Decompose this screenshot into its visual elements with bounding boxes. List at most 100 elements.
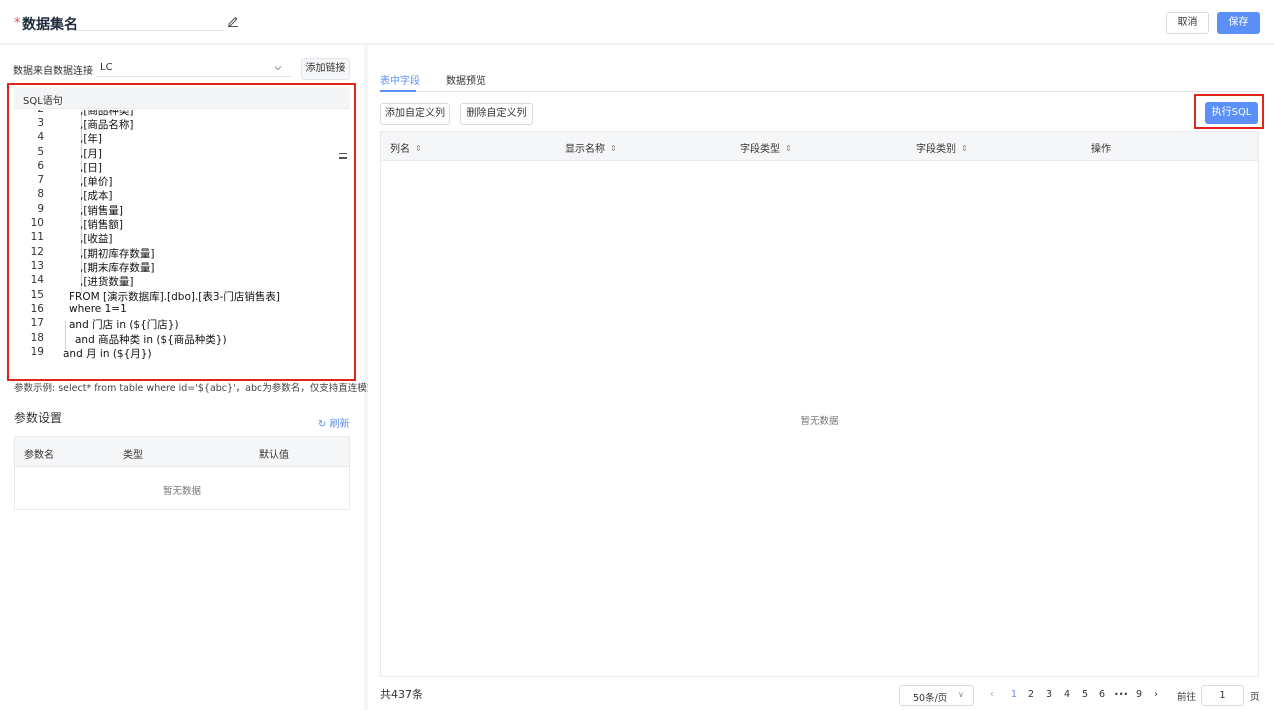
code-text: FROM [演示数据库].[dbo].[表3-门店销售表]	[69, 291, 280, 303]
line-number: 5	[37, 146, 44, 158]
param-table-header: 参数名 类型 默认值	[15, 437, 349, 467]
sql-editor[interactable]: 2 ,[商品种类] 3 ,[商品名称] 4 ,[年] 5 ,[月] 6 ,[日]…	[14, 110, 350, 370]
sort-icon[interactable]: ⇕	[785, 144, 792, 153]
page-size-value: 50条/页	[913, 693, 948, 704]
refresh-label: 刷新	[329, 419, 350, 430]
cancel-button[interactable]: 取消	[1166, 12, 1209, 34]
code-line: 6 ,[日]	[14, 160, 350, 174]
code-text: ,[进货数量]	[80, 276, 134, 288]
refresh-button[interactable]: ↻ 刷新	[318, 415, 350, 430]
code-line: 5 ,[月]	[14, 146, 350, 160]
datasource-label: 数据来自数据连接	[13, 66, 93, 77]
code-text: ,[年]	[80, 133, 103, 145]
line-number: 17	[30, 317, 44, 329]
code-line: 7 ,[单价]	[14, 174, 350, 188]
code-line: 15 FROM [演示数据库].[dbo].[表3-门店销售表]	[14, 289, 350, 303]
line-number: 19	[30, 346, 44, 358]
pencil-icon[interactable]	[226, 14, 240, 28]
sql-section-title: SQL语句	[23, 96, 63, 107]
sql-section-header: SQL语句	[14, 87, 350, 109]
tab-table-fields[interactable]: 表中字段	[380, 72, 420, 87]
column-header[interactable]: 字段类别 ⇕	[916, 140, 968, 155]
code-line: 2 ,[商品种类]	[14, 110, 350, 117]
code-line: 16 where 1=1	[14, 303, 350, 317]
empty-state: 暂无数据	[800, 416, 839, 427]
code-text: and 月 in (${月})	[63, 348, 152, 360]
line-number: 4	[37, 131, 44, 143]
goto-label: 前往	[1177, 692, 1197, 703]
refresh-icon: ↻	[318, 419, 327, 430]
datasource-select-underline	[96, 76, 292, 77]
code-line: 18 and 商品种类 in (${商品种类})	[14, 332, 350, 346]
datasource-select[interactable]: LC	[100, 62, 113, 73]
dataset-name-label: 数据集名	[22, 17, 78, 33]
code-text: ,[成本]	[80, 190, 113, 202]
chevron-left-icon[interactable]: ‹	[990, 689, 994, 700]
field-type-label: 字段类型	[740, 144, 780, 155]
code-line: 4 ,[年]	[14, 131, 350, 145]
page-number[interactable]: 1	[1011, 689, 1017, 700]
goto-page-input[interactable]: 1	[1201, 685, 1244, 706]
minimap-marker	[339, 153, 347, 159]
code-text: ,[期末库存数量]	[80, 262, 155, 274]
line-number: 12	[30, 246, 44, 258]
line-number: 18	[30, 332, 44, 344]
save-button[interactable]: 保存	[1217, 12, 1260, 34]
tab-data-preview[interactable]: 数据预览	[446, 72, 486, 87]
column-header[interactable]: 列名 ⇕	[390, 140, 422, 155]
add-link-button[interactable]: 添加链接	[301, 58, 350, 80]
chevron-down-icon: ∨	[958, 690, 964, 699]
page-number[interactable]: 9	[1136, 689, 1142, 700]
column-header[interactable]: 字段类型 ⇕	[740, 140, 792, 155]
line-number: 2	[14, 110, 44, 115]
page-number[interactable]: 2	[1028, 689, 1034, 700]
sort-icon[interactable]: ⇕	[961, 144, 968, 153]
code-text: ,[商品名称]	[80, 119, 134, 131]
code-text: ,[单价]	[80, 176, 113, 188]
sort-icon[interactable]: ⇕	[415, 144, 422, 153]
fields-table: 列名 ⇕ 显示名称 ⇕ 字段类型 ⇕ 字段类别 ⇕ 操作 暂无数据	[380, 131, 1259, 677]
active-tab-indicator	[380, 90, 416, 92]
page-number[interactable]: 6	[1099, 689, 1105, 700]
total-count: 共437条	[380, 688, 423, 701]
sort-icon[interactable]: ⇕	[610, 144, 617, 153]
add-custom-column-button[interactable]: 添加自定义列	[380, 103, 450, 125]
delete-custom-column-button[interactable]: 删除自定义列	[460, 103, 533, 125]
code-line: 9 ,[销售量]	[14, 203, 350, 217]
code-line: 14 ,[进货数量]	[14, 274, 350, 288]
code-line: 12 ,[期初库存数量]	[14, 246, 350, 260]
page-number[interactable]: 3	[1046, 689, 1052, 700]
chevron-down-icon[interactable]	[273, 62, 283, 72]
code-text: ,[日]	[80, 162, 103, 174]
code-text: and 门店 in (${门店})	[69, 319, 179, 331]
page-size-select[interactable]: 50条/页 ∨	[899, 685, 974, 706]
line-number: 13	[30, 260, 44, 272]
dataset-name-input[interactable]	[78, 30, 224, 31]
execute-sql-button[interactable]: 执行SQL	[1205, 102, 1258, 124]
line-number: 15	[30, 289, 44, 301]
line-number: 8	[37, 188, 44, 200]
field-category-label: 字段类别	[916, 144, 956, 155]
line-number: 3	[37, 117, 44, 129]
line-number: 11	[30, 231, 44, 243]
column-header[interactable]: 显示名称 ⇕	[565, 140, 617, 155]
column-header: 参数名	[24, 450, 54, 461]
code-text: ,[期初库存数量]	[80, 248, 155, 260]
empty-state: 暂无数据	[162, 486, 201, 497]
code-line: 13 ,[期末库存数量]	[14, 260, 350, 274]
line-number: 14	[30, 274, 44, 286]
fields-table-header: 列名 ⇕ 显示名称 ⇕ 字段类型 ⇕ 字段类别 ⇕ 操作	[381, 132, 1258, 161]
line-number: 6	[37, 160, 44, 172]
chevron-right-icon[interactable]: ›	[1154, 689, 1158, 700]
code-text: and 商品种类 in (${商品种类})	[75, 334, 227, 346]
code-text: where 1=1	[69, 303, 127, 315]
line-number: 10	[30, 217, 44, 229]
column-header: 默认值	[259, 450, 289, 461]
param-hint: 参数示例: select* from table where id='${abc…	[14, 383, 377, 394]
page-ellipsis[interactable]: •••	[1114, 690, 1128, 699]
page-number[interactable]: 4	[1064, 689, 1070, 700]
column-name-label: 列名	[390, 144, 410, 155]
param-settings-title: 参数设置	[14, 411, 63, 425]
required-mark: *	[14, 16, 21, 31]
page-number[interactable]: 5	[1082, 689, 1088, 700]
